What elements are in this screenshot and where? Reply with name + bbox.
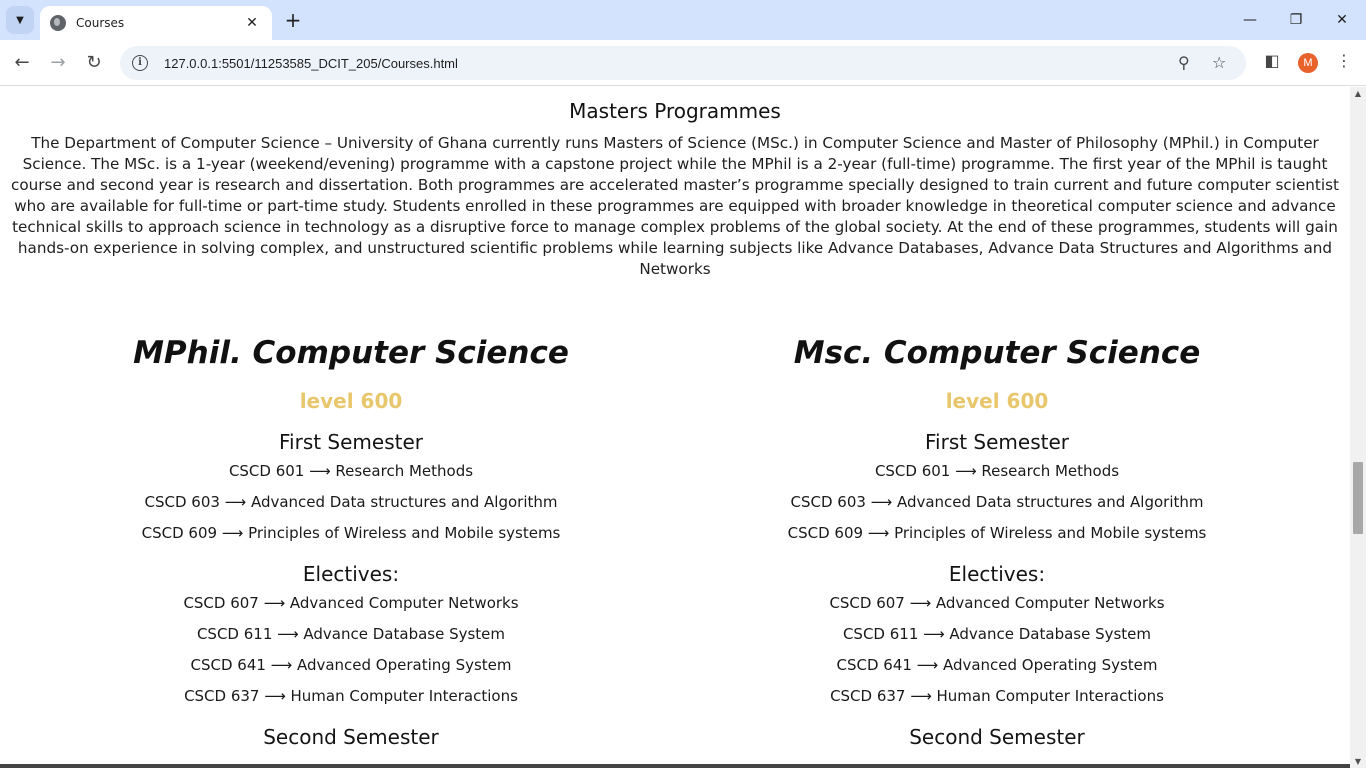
msc-column: Msc. Computer Science level 600 First Se… — [677, 332, 1317, 751]
tab-search-button[interactable]: ▼ — [6, 6, 34, 34]
tab-strip: ▼ Courses ✕ + — ❐ ✕ — [0, 0, 1366, 40]
masters-description: The Department of Computer Science – Uni… — [11, 134, 1339, 278]
electives-heading: Electives: — [302, 562, 400, 586]
close-window-icon[interactable]: ✕ — [1330, 8, 1354, 32]
site-info-icon[interactable]: i — [132, 55, 148, 71]
first-semester-list: CSCD 601 ⟶ Research Methods CSCD 603 ⟶ A… — [31, 456, 671, 549]
course-item: CSCD 609 ⟶ Principles of Wireless and Mo… — [141, 524, 561, 542]
address-bar[interactable]: i 127.0.0.1:5501/11253585_DCIT_205/Cours… — [120, 46, 1246, 80]
first-semester-list: CSCD 601 ⟶ Research Methods CSCD 603 ⟶ A… — [677, 456, 1317, 549]
course-item: CSCD 603 ⟶ Advanced Data structures and … — [144, 493, 558, 511]
bookmark-star-icon[interactable]: ☆ — [1212, 53, 1226, 72]
page-content: Masters Programmes The Department of Com… — [0, 87, 1350, 768]
restore-icon[interactable]: ❐ — [1284, 8, 1308, 32]
course-item: CSCD 601 ⟶ Research Methods — [874, 462, 1120, 480]
programme-title: Msc. Computer Science — [793, 335, 1201, 371]
url-text[interactable]: 127.0.0.1:5501/11253585_DCIT_205/Courses… — [164, 56, 458, 71]
level-label: level 600 — [945, 389, 1049, 413]
programme-title: MPhil. Computer Science — [133, 335, 569, 371]
menu-kebab-icon[interactable]: ⋮ — [1332, 51, 1356, 70]
side-panel-icon[interactable]: ◧ — [1260, 51, 1284, 70]
course-item: CSCD 607 ⟶ Advanced Computer Networks — [829, 594, 1165, 612]
mphil-column: MPhil. Computer Science level 600 First … — [31, 332, 671, 751]
zoom-icon[interactable]: ⚲ — [1178, 53, 1190, 72]
second-semester-heading: Second Semester — [263, 725, 439, 749]
electives-list: CSCD 607 ⟶ Advanced Computer Networks CS… — [31, 588, 671, 712]
level-label: level 600 — [299, 389, 403, 413]
electives-list: CSCD 607 ⟶ Advanced Computer Networks CS… — [677, 588, 1317, 712]
course-item: CSCD 641 ⟶ Advanced Operating System — [836, 656, 1158, 674]
new-tab-icon[interactable]: + — [282, 9, 304, 31]
masters-heading: Masters Programmes — [569, 99, 781, 123]
course-item: CSCD 611 ⟶ Advance Database System — [196, 625, 506, 643]
course-item: CSCD 609 ⟶ Principles of Wireless and Mo… — [787, 524, 1207, 542]
second-semester-heading: Second Semester — [909, 725, 1085, 749]
back-icon[interactable]: ← — [9, 50, 35, 76]
vertical-scrollbar[interactable]: ▲ ▼ — [1350, 87, 1366, 768]
first-semester-heading: First Semester — [278, 430, 424, 454]
first-semester-heading: First Semester — [924, 430, 1070, 454]
course-item: CSCD 637 ⟶ Human Computer Interactions — [830, 687, 1164, 705]
chevron-down-icon: ▼ — [16, 14, 24, 26]
browser-toolbar: ← → ↻ i 127.0.0.1:5501/11253585_DCIT_205… — [0, 40, 1366, 86]
electives-heading: Electives: — [948, 562, 1046, 586]
browser-tab[interactable]: Courses ✕ — [40, 6, 272, 40]
course-item: CSCD 603 ⟶ Advanced Data structures and … — [790, 493, 1204, 511]
course-item: CSCD 607 ⟶ Advanced Computer Networks — [183, 594, 519, 612]
globe-icon — [50, 15, 66, 31]
course-item: CSCD 611 ⟶ Advance Database System — [842, 625, 1152, 643]
minimize-icon[interactable]: — — [1238, 8, 1262, 32]
tab-title: Courses — [76, 16, 125, 30]
reload-icon[interactable]: ↻ — [81, 50, 107, 76]
forward-icon[interactable]: → — [45, 50, 71, 76]
close-tab-icon[interactable]: ✕ — [242, 15, 262, 31]
course-item: CSCD 601 ⟶ Research Methods — [228, 462, 474, 480]
scroll-down-arrow-icon[interactable]: ▼ — [1350, 757, 1366, 766]
page-bottom-edge — [0, 764, 1350, 768]
scroll-up-arrow-icon[interactable]: ▲ — [1350, 89, 1366, 98]
course-item: CSCD 637 ⟶ Human Computer Interactions — [184, 687, 518, 705]
scrollbar-thumb[interactable] — [1353, 462, 1363, 534]
course-item: CSCD 641 ⟶ Advanced Operating System — [190, 656, 512, 674]
profile-avatar[interactable]: M — [1298, 53, 1318, 73]
